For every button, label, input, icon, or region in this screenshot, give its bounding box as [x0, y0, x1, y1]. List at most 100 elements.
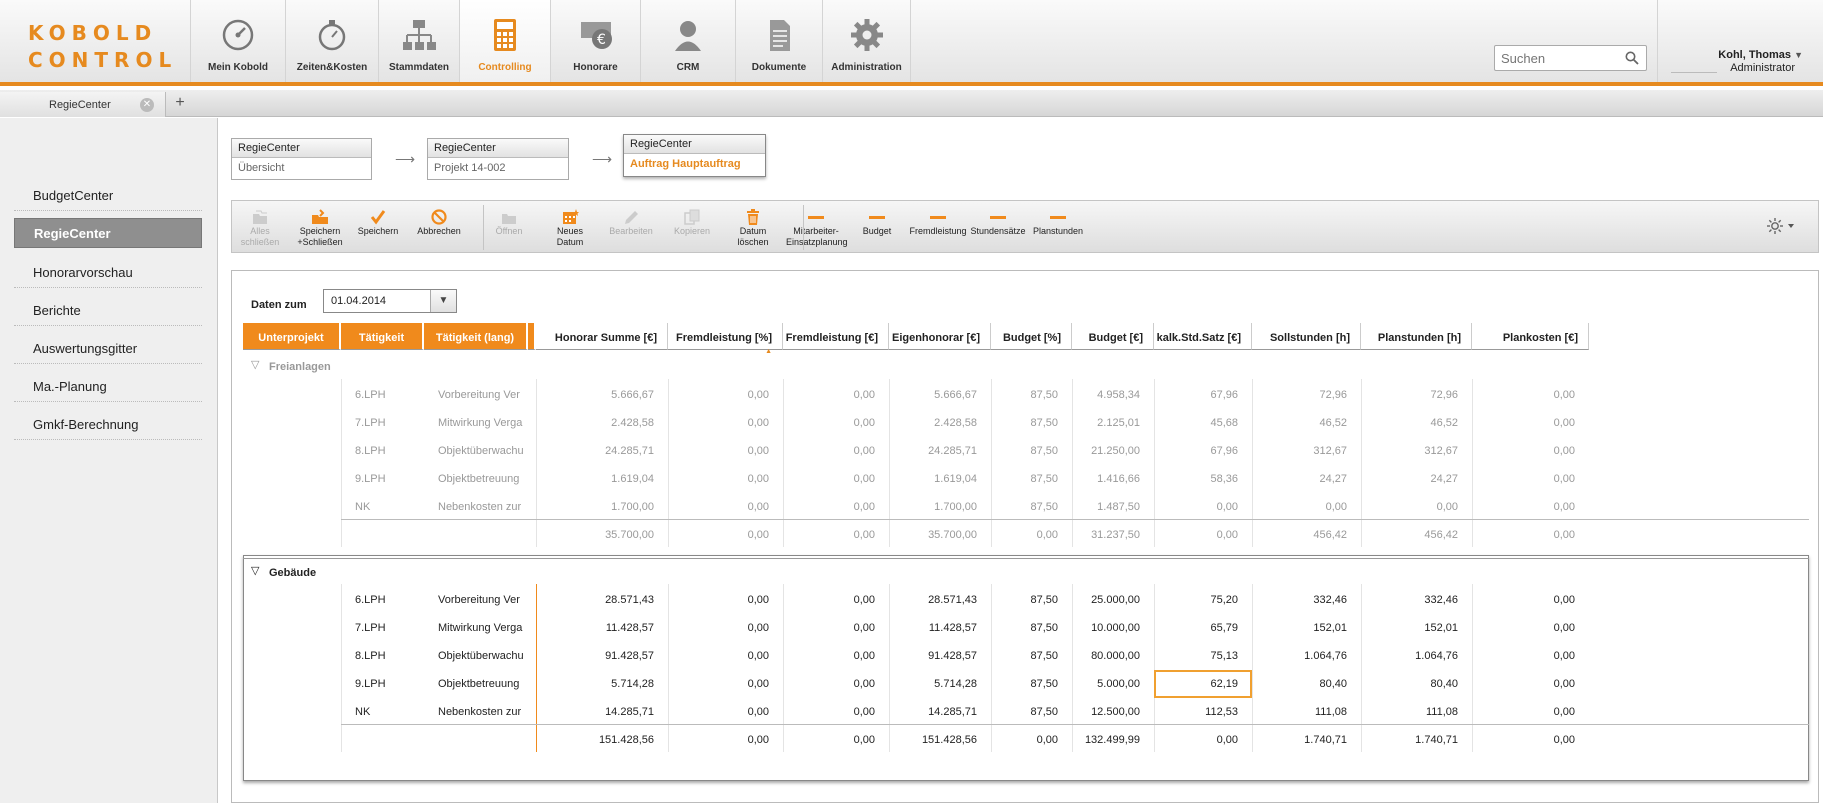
table-row[interactable]: 8.LPH Objektüberwachu 91.428,57 0,00 0,00 91.…	[243, 640, 1809, 668]
table-cell[interactable]: 87,50	[991, 668, 1072, 696]
table-cell[interactable]: 0,00	[668, 379, 783, 407]
selected-cell-highlight[interactable]	[1154, 670, 1252, 698]
table-cell[interactable]: 35.700,00	[536, 519, 668, 547]
table-row[interactable]: 7.LPH Mitwirkung Verga 2.428,58 0,00 0,00 2.4…	[243, 407, 1809, 435]
table-row[interactable]: 9.LPH Objektbetreuung 1.619,04 0,00 0,00 1.61…	[243, 463, 1809, 491]
table-cell[interactable]: 0,00	[668, 407, 783, 435]
sidebar-item-honorarvorschau[interactable]: Honorarvorschau	[14, 258, 202, 288]
toolbar-budget-button[interactable]: Budget	[855, 201, 899, 254]
table-cell[interactable]: 72,96	[1252, 379, 1361, 407]
table-cell[interactable]: 67,96	[1154, 435, 1252, 463]
table-row[interactable]: 6.LPH Vorbereitung Ver 5.666,67 0,00 0,00 5.6…	[243, 379, 1809, 407]
table-cell[interactable]: 456,42	[1252, 519, 1361, 547]
table-cell[interactable]: 1.064,76	[1361, 640, 1472, 668]
table-cell[interactable]: 0,00	[991, 519, 1072, 547]
table-cell[interactable]: 87,50	[991, 379, 1072, 407]
table-total-row[interactable]: 35.700,00 0,00 0,00 35.700,00 0,00 31.237,50 0…	[243, 519, 1809, 547]
sidebar-item-ma-planung[interactable]: Ma.-Planung	[14, 372, 202, 402]
sidebar-item-budgetcenter[interactable]: BudgetCenter	[14, 181, 202, 211]
column-header[interactable]: Planstunden [h]	[1361, 323, 1472, 350]
table-cell[interactable]: 0,00	[783, 724, 889, 752]
table-cell[interactable]: 0,00	[1252, 491, 1361, 519]
table-cell[interactable]: 31.237,50	[1072, 519, 1154, 547]
toolbar-planstunden-button[interactable]: Planstunden	[1028, 201, 1088, 254]
toolbar-speichern-schließen-button[interactable]: Speichern +Schließen	[291, 201, 349, 254]
table-cell[interactable]: 87,50	[991, 407, 1072, 435]
nav-crm[interactable]: CRM	[640, 0, 735, 82]
table-cell[interactable]: 1.740,71	[1252, 724, 1361, 752]
table-cell[interactable]: 0,00	[1472, 724, 1589, 752]
table-cell[interactable]: 0,00	[1472, 696, 1589, 724]
table-cell[interactable]: 10.000,00	[1072, 612, 1154, 640]
table-cell[interactable]: 1.619,04	[889, 463, 991, 491]
toolbar-öffnen-button[interactable]: Öffnen	[489, 201, 529, 254]
nav-stammdaten[interactable]: Stammdaten	[378, 0, 459, 82]
table-cell[interactable]: 0,00	[668, 640, 783, 668]
table-cell[interactable]: 87,50	[991, 435, 1072, 463]
table-cell[interactable]: 21.250,00	[1072, 435, 1154, 463]
table-cell[interactable]: 28.571,43	[889, 584, 991, 612]
table-cell[interactable]: 58,36	[1154, 463, 1252, 491]
table-cell[interactable]: 87,50	[991, 640, 1072, 668]
toolbar-datumlöschen-button[interactable]: Datum löschen	[731, 201, 775, 254]
toolbar-allesschließen-button[interactable]: Alles schließen	[238, 201, 282, 254]
column-header[interactable]: Unterprojekt	[243, 323, 341, 350]
search-icon[interactable]	[1625, 51, 1639, 65]
search-input[interactable]	[1501, 47, 1621, 69]
table-row[interactable]: NK Nebenkosten zur 1.700,00 0,00 0,00 1.700,0…	[243, 491, 1809, 519]
table-cell[interactable]: 0,00	[1472, 668, 1589, 696]
table-cell[interactable]: 24,27	[1252, 463, 1361, 491]
nav-controlling[interactable]: Controlling	[459, 0, 550, 82]
group-header-gebäude[interactable]: ▽ Gebäude	[243, 558, 1809, 584]
table-cell[interactable]: 0,00	[668, 696, 783, 724]
table-cell[interactable]: 1.487,50	[1072, 491, 1154, 519]
table-cell[interactable]: 151.428,56	[536, 724, 668, 752]
add-tab-button[interactable]: +	[172, 92, 188, 114]
table-cell[interactable]: 0,00	[1472, 463, 1589, 491]
table-cell[interactable]: 4.958,34	[1072, 379, 1154, 407]
toolbar-kopieren-button[interactable]: Kopieren	[670, 201, 714, 254]
table-cell[interactable]: 67,96	[1154, 379, 1252, 407]
table-cell[interactable]: 2.428,58	[536, 407, 668, 435]
collapse-triangle-icon[interactable]: ▽	[251, 358, 259, 371]
table-cell[interactable]: 75,13	[1154, 640, 1252, 668]
column-header[interactable]: Fremdleistung [%] ▲	[668, 323, 783, 355]
breadcrumb-project[interactable]: RegieCenter Projekt 14-002	[427, 138, 569, 180]
table-total-row[interactable]: 151.428,56 0,00 0,00 151.428,56 0,00 132.499,…	[243, 724, 1809, 752]
table-cell[interactable]: 5.666,67	[889, 379, 991, 407]
nav-administration[interactable]: Administration	[822, 0, 911, 82]
table-cell[interactable]: 111,08	[1361, 696, 1472, 724]
table-row[interactable]: 7.LPH Mitwirkung Verga 11.428,57 0,00 0,00 11…	[243, 612, 1809, 640]
column-header[interactable]: Plankosten [€]	[1472, 323, 1589, 350]
table-cell[interactable]: 0,00	[783, 435, 889, 463]
toolbar-stundensätze-button[interactable]: Stundensätze	[968, 201, 1028, 254]
table-cell[interactable]: 87,50	[991, 612, 1072, 640]
table-row[interactable]: NK Nebenkosten zur 14.285,71 0,00 0,00 14.285…	[243, 696, 1809, 724]
table-cell[interactable]: 0,00	[783, 491, 889, 519]
column-header[interactable]: Sollstunden [h]	[1252, 323, 1361, 350]
table-cell[interactable]: 456,42	[1361, 519, 1472, 547]
table-cell[interactable]: 72,96	[1361, 379, 1472, 407]
table-cell[interactable]: 132.499,99	[1072, 724, 1154, 752]
table-cell[interactable]: 0,00	[783, 379, 889, 407]
tab-regiecenter[interactable]: RegieCenter ✕	[0, 92, 166, 117]
table-cell[interactable]: 332,46	[1361, 584, 1472, 612]
table-cell[interactable]: 87,50	[991, 491, 1072, 519]
table-cell[interactable]: 91.428,57	[536, 640, 668, 668]
table-cell[interactable]: 0,00	[1154, 724, 1252, 752]
table-cell[interactable]: 1.619,04	[536, 463, 668, 491]
table-cell[interactable]: 0,00	[783, 584, 889, 612]
table-cell[interactable]: 35.700,00	[889, 519, 991, 547]
table-cell[interactable]: 80,40	[1361, 668, 1472, 696]
collapse-triangle-icon[interactable]: ▽	[251, 564, 259, 577]
table-cell[interactable]: 0,00	[1154, 519, 1252, 547]
table-cell[interactable]: 0,00	[668, 724, 783, 752]
column-header[interactable]: Budget [%]	[991, 323, 1072, 350]
toolbar-mitarbeiter-einsatzplanung-button[interactable]: Mitarbeiter- Einsatzplanung	[786, 201, 848, 254]
table-cell[interactable]: 0,00	[668, 519, 783, 547]
table-cell[interactable]: 0,00	[783, 407, 889, 435]
column-header[interactable]: kalk.Std.Satz [€]	[1154, 323, 1252, 350]
table-cell[interactable]: 312,67	[1252, 435, 1361, 463]
table-cell[interactable]: 0,00	[783, 519, 889, 547]
table-cell[interactable]: 0,00	[783, 668, 889, 696]
